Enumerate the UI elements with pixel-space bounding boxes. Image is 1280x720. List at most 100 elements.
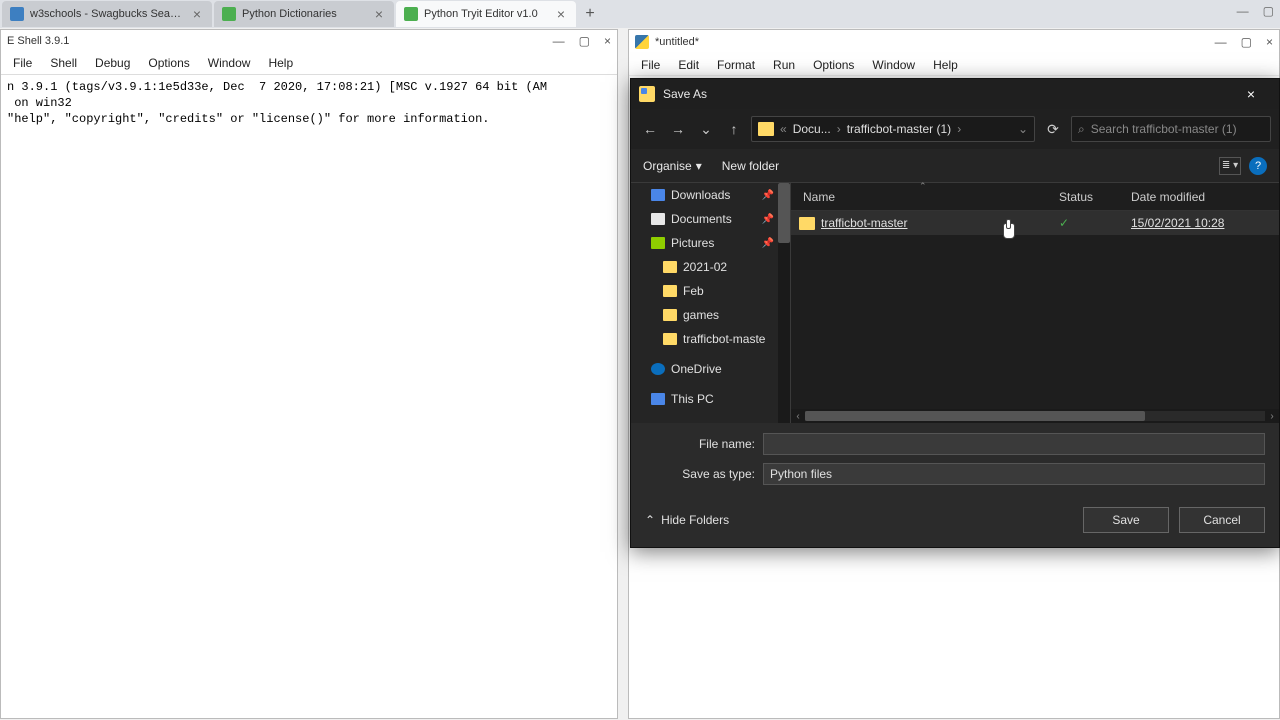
col-name[interactable]: Name	[799, 190, 1059, 204]
menu-window[interactable]: Window	[864, 56, 923, 74]
search-input[interactable]: ⌕ Search trafficbot-master (1)	[1071, 116, 1271, 142]
chevron-right-icon: ›	[957, 122, 961, 136]
folder-icon	[663, 285, 677, 297]
folder-icon	[799, 217, 815, 230]
forward-button[interactable]: →	[667, 118, 689, 140]
menu-options[interactable]: Options	[140, 54, 197, 72]
search-placeholder: Search trafficbot-master (1)	[1091, 122, 1237, 136]
tab-dictionaries[interactable]: Python Dictionaries ×	[214, 1, 394, 27]
nav-2021-02[interactable]: 2021-02	[631, 255, 790, 279]
pin-icon: 📌	[762, 214, 774, 225]
crumb-documents[interactable]: Docu...	[793, 122, 831, 136]
minimize-icon[interactable]: —	[1237, 4, 1249, 18]
recent-dropdown[interactable]: ⌄	[695, 118, 717, 140]
hide-folders-label: Hide Folders	[661, 513, 729, 527]
nav-games[interactable]: games	[631, 303, 790, 327]
cancel-button[interactable]: Cancel	[1179, 507, 1265, 533]
favicon-icon	[10, 7, 24, 21]
organise-button[interactable]: Organise ▾	[643, 159, 702, 173]
tab-title: Python Dictionaries	[242, 8, 366, 20]
nav-label: Documents	[671, 212, 732, 226]
save-button[interactable]: Save	[1083, 507, 1169, 533]
save-type-value: Python files	[770, 467, 832, 481]
file-name-input[interactable]	[763, 433, 1265, 455]
menu-shell[interactable]: Shell	[42, 54, 85, 72]
scrollbar-thumb[interactable]	[778, 183, 790, 243]
pin-icon: 📌	[762, 190, 774, 201]
menu-options[interactable]: Options	[805, 56, 862, 74]
nav-downloads[interactable]: Downloads 📌	[631, 183, 790, 207]
menu-help[interactable]: Help	[925, 56, 966, 74]
menu-window[interactable]: Window	[200, 54, 259, 72]
close-icon[interactable]: ×	[604, 34, 611, 48]
back-button[interactable]: ←	[639, 118, 661, 140]
dialog-navbar: ← → ⌄ ↑ « Docu... › trafficbot-master (1…	[631, 109, 1279, 149]
maximize-icon[interactable]: ▢	[1241, 35, 1252, 49]
folder-icon	[758, 122, 774, 136]
nav-scrollbar[interactable]	[778, 183, 790, 423]
nav-onedrive[interactable]: OneDrive	[631, 357, 790, 381]
maximize-icon[interactable]: ▢	[579, 34, 590, 48]
tab-swagbucks[interactable]: w3schools - Swagbucks Search ×	[2, 1, 212, 27]
close-icon[interactable]: ×	[1266, 35, 1273, 49]
hide-folders-button[interactable]: ⌃ Hide Folders	[645, 513, 729, 527]
close-icon[interactable]: ×	[372, 7, 386, 21]
download-icon	[651, 189, 665, 201]
dialog-titlebar[interactable]: Save As ×	[631, 79, 1279, 109]
minimize-icon[interactable]: —	[553, 34, 565, 48]
menu-file[interactable]: File	[5, 54, 40, 72]
pin-icon: 📌	[762, 238, 774, 249]
maximize-icon[interactable]: ▢	[1263, 4, 1274, 18]
file-name: trafficbot-master	[821, 216, 1059, 230]
pc-icon	[651, 393, 665, 405]
nav-thispc[interactable]: This PC	[631, 387, 790, 411]
nav-feb[interactable]: Feb	[631, 279, 790, 303]
idle-menubar: File Shell Debug Options Window Help	[1, 52, 617, 74]
col-date[interactable]: Date modified	[1131, 190, 1279, 204]
nav-trafficbot[interactable]: trafficbot-maste	[631, 327, 790, 351]
save-type-select[interactable]: Python files	[763, 463, 1265, 485]
file-list: Name ⌃ Status Date modified trafficbot-m…	[791, 183, 1279, 423]
folder-icon	[663, 261, 677, 273]
close-icon[interactable]: ×	[190, 7, 204, 21]
menu-help[interactable]: Help	[260, 54, 301, 72]
close-icon[interactable]: ×	[554, 7, 568, 21]
help-button[interactable]: ?	[1249, 157, 1267, 175]
h-scrollbar[interactable]: ‹ ›	[791, 409, 1279, 423]
favicon-icon	[404, 7, 418, 21]
menu-file[interactable]: File	[633, 56, 668, 74]
scroll-left-icon[interactable]: ‹	[791, 411, 805, 422]
idle-title-text: E Shell 3.9.1	[7, 35, 69, 47]
new-tab-button[interactable]: +	[578, 2, 602, 26]
scroll-right-icon[interactable]: ›	[1265, 411, 1279, 422]
col-status[interactable]: Status	[1059, 190, 1131, 204]
file-row[interactable]: trafficbot-master ✓ 15/02/2021 10:28	[791, 211, 1279, 235]
refresh-button[interactable]: ⟳	[1041, 117, 1065, 141]
nav-label: OneDrive	[671, 362, 722, 376]
crumb-current[interactable]: trafficbot-master (1)	[847, 122, 951, 136]
new-folder-button[interactable]: New folder	[722, 159, 779, 173]
editor-titlebar[interactable]: *untitled* — ▢ ×	[629, 30, 1279, 54]
dialog-footer: ⌃ Hide Folders Save Cancel	[631, 497, 1279, 547]
chevron-down-icon[interactable]: ⌄	[1018, 122, 1028, 136]
nav-label: Feb	[683, 284, 704, 298]
idle-titlebar[interactable]: E Shell 3.9.1 — ▢ ×	[1, 30, 617, 52]
nav-label: Pictures	[671, 236, 714, 250]
nav-pictures[interactable]: Pictures 📌	[631, 231, 790, 255]
nav-documents[interactable]: Documents 📌	[631, 207, 790, 231]
tab-tryit[interactable]: Python Tryit Editor v1.0 ×	[396, 1, 576, 27]
idle-output[interactable]: n 3.9.1 (tags/v3.9.1:1e5d33e, Dec 7 2020…	[1, 74, 617, 718]
menu-format[interactable]: Format	[709, 56, 763, 74]
menu-run[interactable]: Run	[765, 56, 803, 74]
menu-edit[interactable]: Edit	[670, 56, 707, 74]
scrollbar-thumb[interactable]	[805, 411, 1145, 421]
view-options-button[interactable]: ≣ ▾	[1219, 157, 1241, 175]
address-bar[interactable]: « Docu... › trafficbot-master (1) › ⌄	[751, 116, 1035, 142]
minimize-icon[interactable]: —	[1215, 35, 1227, 49]
up-button[interactable]: ↑	[723, 118, 745, 140]
close-icon[interactable]: ×	[1231, 86, 1271, 102]
pictures-icon	[651, 237, 665, 249]
menu-debug[interactable]: Debug	[87, 54, 138, 72]
crumb-root[interactable]: «	[780, 122, 787, 136]
nav-label: Downloads	[671, 188, 730, 202]
